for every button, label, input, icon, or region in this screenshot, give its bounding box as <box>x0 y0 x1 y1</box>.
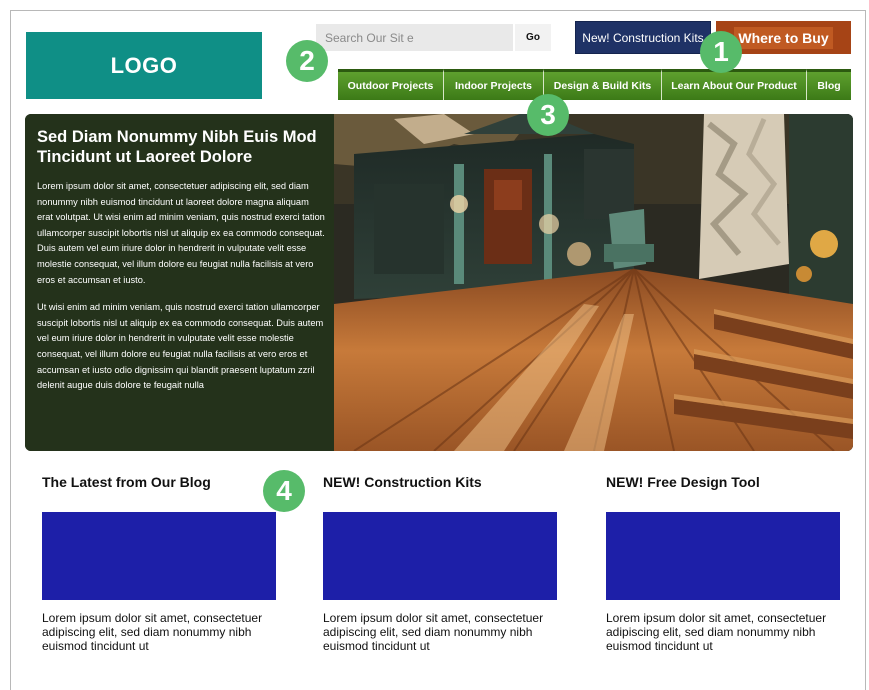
where-to-buy-label: Where to Buy <box>734 26 833 49</box>
nav-learn-about-product[interactable]: Learn About Our Product <box>662 69 807 100</box>
callout-badge-1: 1 <box>700 31 742 73</box>
hero-paragraph-1: Lorem ipsum dolor sit amet, consectetuer… <box>37 181 325 285</box>
search-input[interactable] <box>316 24 513 51</box>
blog-column-text: Lorem ipsum dolor sit amet, consectetuer… <box>42 611 263 653</box>
construction-kits-image-placeholder[interactable] <box>323 512 557 600</box>
nav-design-build-kits[interactable]: Design & Build Kits <box>544 69 662 100</box>
nav-indoor-projects[interactable]: Indoor Projects <box>444 69 544 100</box>
hero-deck-image <box>334 114 853 451</box>
design-tool-column-text: Lorem ipsum dolor sit amet, consectetuer… <box>606 611 827 653</box>
blog-image-placeholder[interactable] <box>42 512 276 600</box>
nav-blog[interactable]: Blog <box>807 69 851 100</box>
design-tool-column-title[interactable]: NEW! Free Design Tool <box>606 474 842 492</box>
hero-paragraph-2: Ut wisi enim ad minim veniam, quis nostr… <box>37 302 324 391</box>
blog-column-title[interactable]: The Latest from Our Blog <box>42 474 278 492</box>
callout-badge-3: 3 <box>527 94 569 136</box>
construction-kits-column-text: Lorem ipsum dolor sit amet, consectetuer… <box>323 611 544 653</box>
construction-kits-button[interactable]: New! Construction Kits <box>575 21 711 54</box>
blog-column: The Latest from Our Blog Lorem ipsum dol… <box>42 474 278 653</box>
construction-kits-column-title[interactable]: NEW! Construction Kits <box>323 474 559 492</box>
search-go-button[interactable]: Go <box>515 24 551 51</box>
design-tool-image-placeholder[interactable] <box>606 512 840 600</box>
construction-kits-column: NEW! Construction Kits Lorem ipsum dolor… <box>323 474 559 653</box>
hero-title: Sed Diam Nonummy Nibh Euis Mod Tincidunt… <box>37 128 317 166</box>
hero-banner: Sed Diam Nonummy Nibh Euis Mod Tincidunt… <box>25 114 853 451</box>
logo[interactable]: LOGO <box>26 32 262 99</box>
nav-outdoor-projects[interactable]: Outdoor Projects <box>338 69 444 100</box>
design-tool-column: NEW! Free Design Tool Lorem ipsum dolor … <box>606 474 842 653</box>
main-nav: Outdoor Projects Indoor Projects Design … <box>338 69 851 100</box>
callout-badge-2: 2 <box>286 40 328 82</box>
hero-text-panel: Sed Diam Nonummy Nibh Euis Mod Tincidunt… <box>25 114 334 451</box>
